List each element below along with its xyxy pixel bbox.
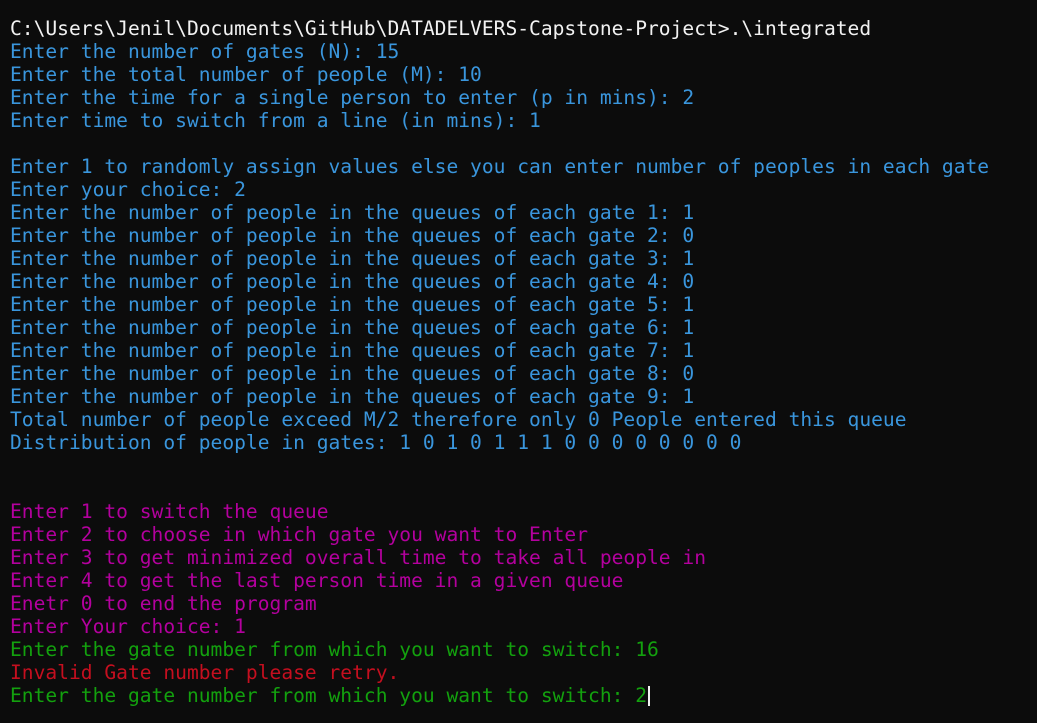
terminal-line: Enter the total number of people (M): 10 <box>10 63 1037 86</box>
terminal-line: Enter the number of people in the queues… <box>10 316 1037 339</box>
terminal-line: Enter time to switch from a line (in min… <box>10 109 1037 132</box>
terminal-line: Enter the number of people in the queues… <box>10 270 1037 293</box>
terminal-line: Enter 1 to switch the queue <box>10 500 1037 523</box>
terminal-line: Enter the number of people in the queues… <box>10 224 1037 247</box>
terminal-line: Total number of people exceed M/2 theref… <box>10 408 1037 431</box>
terminal-line-text: Distribution of people in gates: 1 0 1 0… <box>10 431 742 454</box>
terminal-line: Enter your choice: 2 <box>10 178 1037 201</box>
terminal-line-text: Enter the time for a single person to en… <box>10 86 695 109</box>
terminal-line-text: Enter the number of people in the queues… <box>10 362 695 385</box>
terminal-line-text: Enter 1 to randomly assign values else y… <box>10 155 990 178</box>
terminal-line: Enter the gate number from which you wan… <box>10 638 1037 661</box>
terminal-line-text: Enter Your choice: 1 <box>10 615 246 638</box>
terminal-line: Enter 4 to get the last person time in a… <box>10 569 1037 592</box>
terminal-line-text: Total number of people exceed M/2 theref… <box>10 408 907 431</box>
terminal-line-text: Enter the number of people in the queues… <box>10 201 695 224</box>
terminal-line-text: Enter the number of people in the queues… <box>10 339 695 362</box>
terminal-line-text: Invalid Gate number please retry. <box>10 661 400 684</box>
terminal-line-text: Enter the number of people in the queues… <box>10 224 695 247</box>
terminal-line: Enter the number of people in the queues… <box>10 362 1037 385</box>
text-cursor <box>648 685 651 706</box>
terminal-line: Enter the number of people in the queues… <box>10 247 1037 270</box>
terminal-line-text: Enter time to switch from a line (in min… <box>10 109 541 132</box>
terminal-line-text: Enter the number of people in the queues… <box>10 270 695 293</box>
terminal-line-text: Enter 2 to choose in which gate you want… <box>10 523 589 546</box>
terminal-line-text: Enter the number of people in the queues… <box>10 247 695 270</box>
terminal-line: Enter 3 to get minimized overall time to… <box>10 546 1037 569</box>
terminal-line-text: Enter 1 to switch the queue <box>10 500 329 523</box>
terminal-line: Enter 1 to randomly assign values else y… <box>10 155 1037 178</box>
terminal-line: Enter 2 to choose in which gate you want… <box>10 523 1037 546</box>
terminal-line: Enter the number of people in the queues… <box>10 201 1037 224</box>
terminal-line-text: Enter the number of people in the queues… <box>10 316 695 339</box>
terminal-line: Enter the number of people in the queues… <box>10 339 1037 362</box>
terminal-line: Enter the number of gates (N): 15 <box>10 40 1037 63</box>
terminal-line-text: Enter your choice: 2 <box>10 178 246 201</box>
terminal-line-text: Enter 3 to get minimized overall time to… <box>10 546 706 569</box>
terminal-line: Enter the number of people in the queues… <box>10 385 1037 408</box>
terminal-input-line[interactable]: Enter the gate number from which you wan… <box>10 684 1037 707</box>
terminal-line: Distribution of people in gates: 1 0 1 0… <box>10 431 1037 454</box>
terminal-line: Enetr 0 to end the program <box>10 592 1037 615</box>
terminal-line-text: Enter the number of people in the queues… <box>10 385 695 408</box>
terminal-line: Enter Your choice: 1 <box>10 615 1037 638</box>
terminal-line-text: Enter 4 to get the last person time in a… <box>10 569 624 592</box>
terminal-line-text: Enter the number of people in the queues… <box>10 293 695 316</box>
terminal-line-text: Enter the gate number from which you wan… <box>10 638 659 661</box>
terminal-line-text: Enetr 0 to end the program <box>10 592 317 615</box>
terminal-line: Enter the time for a single person to en… <box>10 86 1037 109</box>
terminal-line-text: Enter the number of gates (N): 15 <box>10 40 400 63</box>
terminal-line-text: C:\Users\Jenil\Documents\GitHub\DATADELV… <box>10 17 872 40</box>
terminal-line: Invalid Gate number please retry. <box>10 661 1037 684</box>
terminal-line: C:\Users\Jenil\Documents\GitHub\DATADELV… <box>10 17 1037 40</box>
terminal-window[interactable]: C:\Users\Jenil\Documents\GitHub\DATADELV… <box>0 0 1037 723</box>
terminal-line: Enter the number of people in the queues… <box>10 293 1037 316</box>
terminal-line-text: Enter the total number of people (M): 10 <box>10 63 482 86</box>
terminal-line-text: Enter the gate number from which you wan… <box>10 684 648 707</box>
